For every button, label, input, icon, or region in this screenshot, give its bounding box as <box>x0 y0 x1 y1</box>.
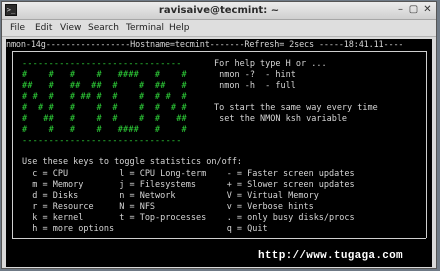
minimize-icon[interactable]: – <box>394 4 407 16</box>
nmon-logo-line: # # # # #### # # <box>22 70 187 80</box>
help-line: nmon -? - hint <box>214 70 296 80</box>
help-line: nmon -h - full <box>214 81 296 91</box>
nmon-logo-line: ------------------------------ <box>22 59 182 69</box>
menu-view[interactable]: View <box>60 22 81 34</box>
toggle-row: m = Memory j = Filesystems + = Slower sc… <box>22 180 355 190</box>
menu-bar: File Edit View Search Terminal Help <box>2 20 436 37</box>
close-icon[interactable]: ✕ <box>421 4 434 16</box>
toggle-row: h = more options q = Quit <box>22 224 268 234</box>
title-bar[interactable]: >_ ravisaive@tecmint: ~ – ▢ ✕ <box>2 2 436 20</box>
toggle-row: c = CPU l = CPU Long-term - = Faster scr… <box>22 169 355 179</box>
box-left-border <box>12 51 13 238</box>
nmon-logo-line: # # # # # # # # # # <box>22 103 187 113</box>
box-top-border <box>12 51 426 52</box>
menu-file[interactable]: File <box>10 22 25 34</box>
watermark-url: http://www.tugaga.com <box>258 250 403 262</box>
nmon-header-line: nmon-14g-----------------Hostname=tecmin… <box>6 40 404 50</box>
help-line: set the NMON ksh variable <box>214 114 348 124</box>
window-title: ravisaive@tecmint: ~ <box>158 5 280 16</box>
terminal-screen[interactable]: nmon-14g-----------------Hostname=tecmin… <box>6 39 432 267</box>
terminal-window: >_ ravisaive@tecmint: ~ – ▢ ✕ File Edit … <box>1 1 437 269</box>
help-line: To start the same way every time <box>214 103 378 113</box>
menu-terminal[interactable]: Terminal <box>126 22 164 34</box>
toggle-row: k = kernel t = Top-processes . = only bu… <box>22 213 355 223</box>
nmon-logo-line: # # # # #### # # <box>22 125 187 135</box>
menu-help[interactable]: Help <box>169 22 190 34</box>
help-line: For help type H or ... <box>214 59 327 69</box>
box-bottom-border <box>12 238 426 239</box>
toggle-row: d = Disks n = Network V = Virtual Memory <box>22 191 319 201</box>
menu-search[interactable]: Search <box>88 22 119 34</box>
nmon-logo-line: ## # ## ## # # ## # <box>22 81 187 91</box>
nmon-logo-line: # ## # # # # # ## <box>22 114 187 124</box>
nmon-logo-line: ------------------------------ <box>22 136 182 146</box>
toggle-heading: Use these keys to toggle statistics on/o… <box>22 157 243 167</box>
box-right-border <box>426 51 427 238</box>
toggle-row: r = Resource N = NFS v = Verbose hints <box>22 202 314 212</box>
nmon-logo-line: # # # # ## # # # # # # <box>22 92 187 102</box>
menu-edit[interactable]: Edit <box>35 22 52 34</box>
maximize-icon[interactable]: ▢ <box>407 4 420 16</box>
